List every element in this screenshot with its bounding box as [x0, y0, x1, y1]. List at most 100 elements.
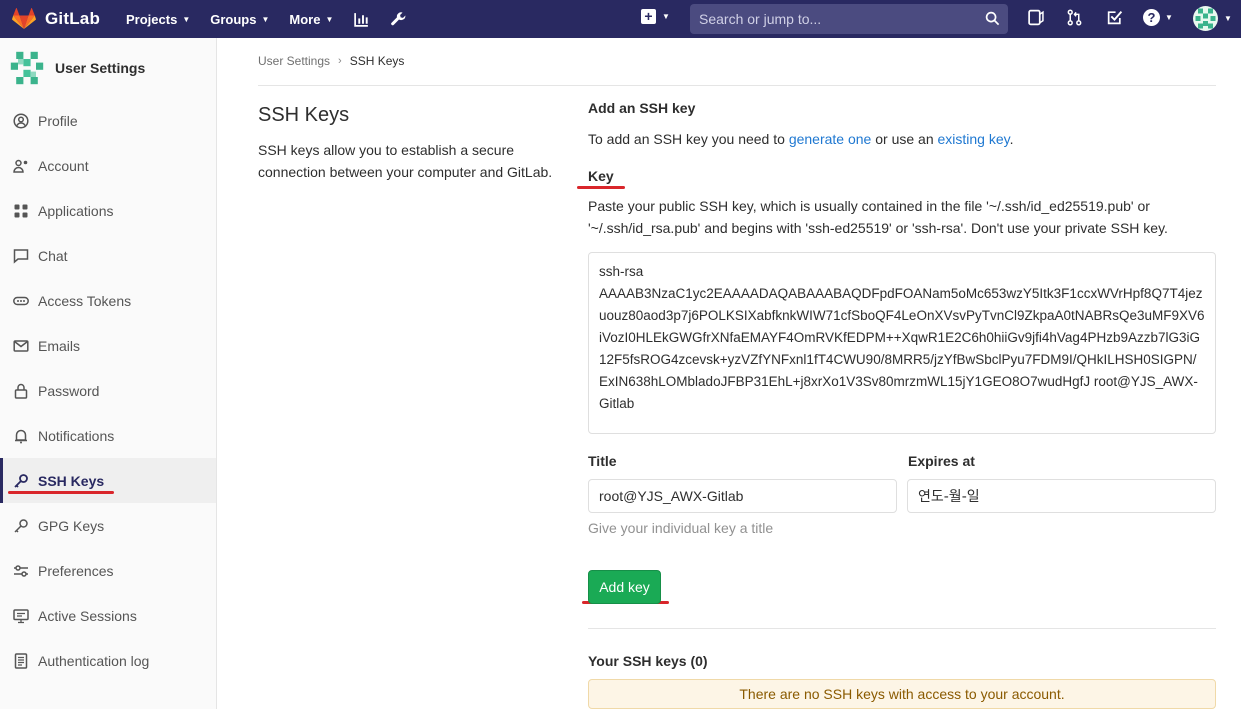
token-icon	[12, 292, 30, 310]
admin-wrench-icon[interactable]	[390, 11, 407, 28]
sidebar-item-access-tokens[interactable]: Access Tokens	[0, 278, 216, 323]
sidebar-header[interactable]: User Settings	[0, 38, 216, 98]
annotation-underline	[577, 186, 625, 189]
your-ssh-keys-heading: Your SSH keys (0)	[588, 653, 708, 669]
lock-icon	[12, 382, 30, 400]
avatar	[1193, 6, 1218, 31]
mail-icon	[12, 337, 30, 355]
more-menu-label: More	[289, 11, 321, 27]
nav-menu: Projects ▼ Groups ▼ More ▼	[126, 11, 407, 28]
divider	[258, 85, 1216, 86]
chevron-down-icon: ▼	[662, 12, 670, 21]
key-icon	[12, 472, 30, 490]
key-help-text: Paste your public SSH key, which is usua…	[588, 198, 1168, 236]
form-intro: To add an SSH key you need to generate o…	[588, 131, 1014, 147]
chevron-down-icon: ▼	[1165, 13, 1173, 22]
bell-icon	[12, 427, 30, 445]
profile-icon	[12, 112, 30, 130]
sidebar-item-profile[interactable]: Profile	[0, 98, 216, 143]
generate-one-link[interactable]: generate one	[789, 131, 872, 147]
chat-icon	[12, 247, 30, 265]
add-ssh-key-form: Add an SSH key To add an SSH key you nee…	[588, 100, 1216, 709]
monitor-icon	[12, 607, 30, 625]
help-icon: ?	[1143, 9, 1160, 26]
sidebar-item-label: Preferences	[38, 562, 114, 579]
gitlab-home-link[interactable]: GitLab	[12, 8, 112, 30]
more-menu[interactable]: More ▼	[289, 12, 333, 27]
brand-name: GitLab	[45, 9, 101, 28]
expires-at-input[interactable]	[907, 479, 1216, 513]
groups-menu[interactable]: Groups ▼	[210, 12, 269, 27]
sidebar-item-label: Authentication log	[38, 652, 150, 669]
title-input[interactable]	[588, 479, 897, 513]
breadcrumb-user-settings[interactable]: User Settings	[258, 54, 330, 68]
existing-key-link[interactable]: existing key	[938, 131, 1010, 147]
ssh-keys-intro: SSH Keys SSH keys allow you to establish…	[258, 104, 568, 183]
log-icon	[12, 652, 30, 670]
sidebar-item-label: Password	[38, 382, 100, 399]
sidebar-item-emails[interactable]: Emails	[0, 323, 216, 368]
sidebar-item-applications[interactable]: Applications	[0, 188, 216, 233]
sidebar-item-password[interactable]: Password	[0, 368, 216, 413]
chevron-down-icon: ▼	[182, 14, 191, 24]
chevron-right-icon: ›	[338, 55, 342, 67]
user-menu[interactable]: ▼	[1193, 6, 1232, 31]
sidebar-item-authentication-log[interactable]: Authentication log	[0, 638, 216, 683]
chevron-down-icon: ▼	[261, 14, 270, 24]
sidebar-item-label: SSH Keys	[38, 472, 105, 489]
search-input[interactable]	[699, 11, 979, 27]
sidebar-item-label: Access Tokens	[38, 292, 132, 309]
gitlab-logo-icon	[12, 8, 36, 29]
plus-icon: +	[641, 9, 656, 24]
annotation-underline	[8, 491, 114, 494]
todo-list-icon[interactable]	[1027, 9, 1044, 31]
sidebar-item-label: Notifications	[38, 427, 115, 444]
projects-menu-label: Projects	[126, 11, 178, 27]
expires-at-label: Expires at	[908, 453, 975, 469]
activity-chart-icon[interactable]	[353, 11, 370, 28]
user-avatar-icon	[9, 50, 45, 86]
form-heading: Add an SSH key	[588, 100, 696, 116]
intro-text: .	[1009, 131, 1014, 147]
key-icon	[12, 517, 30, 535]
sidebar-item-notifications[interactable]: Notifications	[0, 413, 216, 458]
sidebar-item-ssh-keys[interactable]: SSH Keys	[0, 458, 216, 503]
intro-text: or use an	[871, 131, 938, 147]
intro-text: To add an SSH key you need to	[588, 131, 789, 147]
title-hint: Give your individual key a title	[588, 520, 774, 536]
sidebar-item-label: Chat	[38, 247, 68, 264]
todos-check-icon[interactable]	[1106, 9, 1123, 31]
sidebar-item-label: Applications	[38, 202, 114, 219]
title-label: Title	[588, 453, 617, 469]
page-title: SSH Keys	[258, 104, 350, 126]
chevron-down-icon: ▼	[1224, 14, 1232, 23]
chevron-down-icon: ▼	[325, 14, 334, 24]
sidebar-item-label: Profile	[38, 112, 78, 129]
empty-keys-message: There are no SSH keys with access to you…	[588, 679, 1216, 709]
merge-request-icon[interactable]	[1066, 9, 1083, 31]
sidebar-title: User Settings	[55, 60, 146, 76]
sidebar-item-preferences[interactable]: Preferences	[0, 548, 216, 593]
breadcrumb-ssh-keys[interactable]: SSH Keys	[350, 54, 405, 68]
applications-icon	[12, 202, 30, 220]
breadcrumb: User Settings › SSH Keys	[258, 54, 404, 68]
settings-sidebar: User Settings Profile Account Applicatio…	[0, 38, 217, 709]
new-item-dropdown[interactable]: + ▼	[641, 9, 670, 24]
search-icon	[985, 11, 1000, 26]
sidebar-item-chat[interactable]: Chat	[0, 233, 216, 278]
sidebar-item-gpg-keys[interactable]: GPG Keys	[0, 503, 216, 548]
top-navbar: GitLab Projects ▼ Groups ▼ More ▼ + ▼ Se…	[0, 0, 1241, 38]
sidebar-item-label: Account	[38, 157, 89, 174]
page-description: SSH keys allow you to establish a secure…	[258, 142, 553, 180]
sidebar-item-active-sessions[interactable]: Active Sessions	[0, 593, 216, 638]
key-textarea[interactable]: ssh-rsa AAAAB3NzaC1yc2EAAAADAQABAAABAQDF…	[588, 252, 1216, 434]
help-dropdown[interactable]: ? ▼	[1143, 9, 1173, 26]
sidebar-item-label: Active Sessions	[38, 607, 137, 624]
groups-menu-label: Groups	[210, 11, 257, 27]
projects-menu[interactable]: Projects ▼	[126, 12, 190, 27]
sidebar-item-account[interactable]: Account	[0, 143, 216, 188]
sidebar-item-label: GPG Keys	[38, 517, 105, 534]
sidebar-item-label: Emails	[38, 337, 81, 354]
add-key-button[interactable]: Add key	[588, 570, 661, 604]
divider	[588, 628, 1216, 629]
